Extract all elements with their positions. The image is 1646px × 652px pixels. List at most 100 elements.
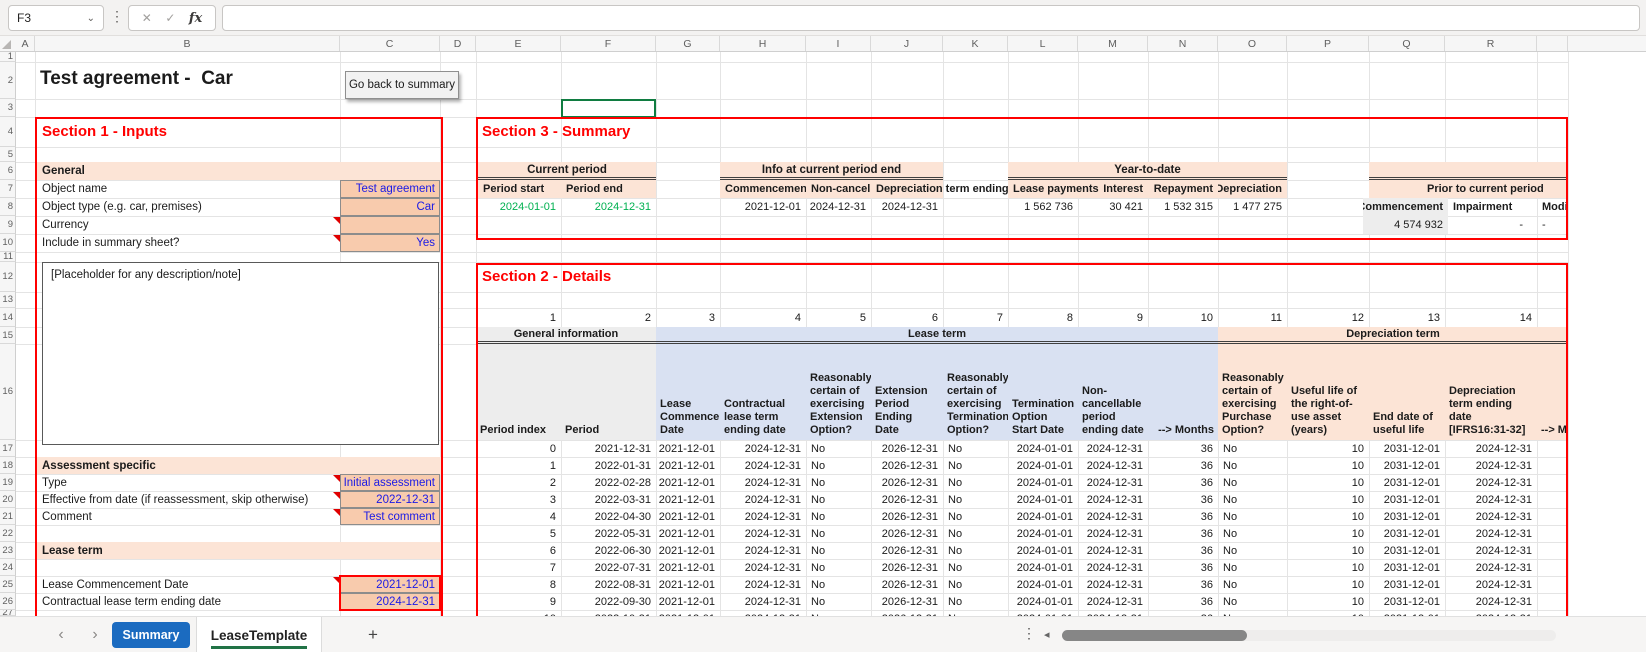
detail-cell[interactable]: 2024-12-31 (720, 559, 806, 576)
detail-column-header[interactable]: Reasonably certain of exercising Termina… (943, 344, 1008, 440)
detail-column-number[interactable]: 11 (1218, 308, 1287, 327)
field-input-cell[interactable]: Test agreement (340, 180, 440, 198)
detail-cell[interactable]: No (1218, 542, 1287, 559)
description-note-box[interactable]: [Placeholder for any description/note] (42, 262, 439, 445)
detail-cell[interactable]: No (806, 559, 871, 576)
repayment-header[interactable]: Repayment (1148, 180, 1218, 198)
detail-column-header[interactable]: Contractual lease term ending date (720, 344, 806, 440)
field-input-cell[interactable]: Car (340, 198, 440, 216)
detail-column-number[interactable]: 10 (1148, 308, 1218, 327)
detail-column-header[interactable]: Lease Commencement Date (656, 344, 720, 440)
detail-cell[interactable]: 5 (476, 525, 561, 542)
detail-cell[interactable]: 2021-12-01 (656, 491, 720, 508)
detail-cell[interactable]: 2024-01-01 (1008, 491, 1078, 508)
detail-cell[interactable]: No (806, 440, 871, 457)
row-header-14[interactable]: 14 (0, 308, 16, 327)
column-header-M[interactable]: M (1078, 36, 1148, 51)
detail-cell[interactable]: 2024-12-31 (1078, 593, 1148, 610)
detail-cell[interactable]: 2031-12-01 (1369, 474, 1445, 491)
detail-cell[interactable]: 0 (476, 440, 561, 457)
detail-cell[interactable]: 2024-01-01 (1008, 576, 1078, 593)
detail-cell[interactable]: 10 (1287, 457, 1369, 474)
detail-cell[interactable]: 2031-12-01 (1369, 491, 1445, 508)
row-header-6[interactable]: 6 (0, 162, 16, 180)
impairment-header[interactable]: Impairment (1448, 198, 1537, 216)
detail-cell[interactable]: No (943, 457, 1008, 474)
detail-cell[interactable]: No (1218, 491, 1287, 508)
row-header-25[interactable]: 25 (0, 576, 16, 593)
detail-cell[interactable]: 2024-12-31 (1445, 593, 1537, 610)
detail-cell[interactable]: 2024-12-31 (720, 508, 806, 525)
column-header-Q[interactable]: Q (1369, 36, 1445, 51)
detail-cell[interactable]: 2022-09-30 (561, 593, 656, 610)
column-header-R[interactable]: R (1445, 36, 1537, 51)
detail-cell[interactable]: No (943, 440, 1008, 457)
detail-cell[interactable]: 2024-12-31 (1078, 559, 1148, 576)
row-header-18[interactable]: 18 (0, 457, 16, 474)
detail-cell[interactable]: 10 (1287, 559, 1369, 576)
column-header-P[interactable]: P (1287, 36, 1369, 51)
row-header-8[interactable]: 8 (0, 198, 16, 216)
select-all-corner-icon[interactable] (2, 40, 11, 49)
row-header-1[interactable]: 1 (0, 52, 16, 62)
current-period-group-header[interactable]: Current period (478, 162, 656, 180)
detail-cell[interactable]: No (943, 576, 1008, 593)
detail-cell[interactable]: 36 (1148, 525, 1218, 542)
detail-cell[interactable]: 2022-08-31 (561, 576, 656, 593)
detail-cell[interactable]: 2021-12-01 (656, 457, 720, 474)
row-header-7[interactable]: 7 (0, 180, 16, 198)
detail-cell[interactable]: No (943, 525, 1008, 542)
detail-cell[interactable]: No (1218, 576, 1287, 593)
row-header-19[interactable]: 19 (0, 474, 16, 491)
detail-column-number[interactable]: 13 (1369, 308, 1445, 327)
row-header-23[interactable]: 23 (0, 542, 16, 559)
row-header-10[interactable]: 10 (0, 234, 16, 252)
row-header-13[interactable]: 13 (0, 292, 16, 308)
detail-cell[interactable]: 2021-12-01 (656, 525, 720, 542)
detail-column-header[interactable]: Period (561, 344, 656, 440)
detail-cell[interactable]: 2021-12-01 (656, 559, 720, 576)
detail-cell[interactable]: 2024-01-01 (1008, 542, 1078, 559)
column-header-N[interactable]: N (1148, 36, 1218, 51)
detail-column-header[interactable]: End date of useful life (1369, 344, 1445, 440)
detail-cell[interactable]: 2022-05-31 (561, 525, 656, 542)
detail-cell[interactable]: No (943, 508, 1008, 525)
commencement-date-header[interactable]: Commencement Date (720, 180, 806, 198)
detail-cell[interactable]: 2024-12-31 (720, 474, 806, 491)
field-input-cell[interactable]: Test comment (340, 508, 440, 525)
detail-cell[interactable]: No (806, 542, 871, 559)
row-header-24[interactable]: 24 (0, 559, 16, 576)
detail-cell[interactable]: 7 (476, 559, 561, 576)
column-header-D[interactable]: D (440, 36, 476, 51)
section1-group-header[interactable]: Lease term (37, 542, 441, 559)
detail-column-number[interactable]: 7 (943, 308, 1008, 327)
detail-cell[interactable]: No (1218, 508, 1287, 525)
tabbar-more-icon[interactable]: ⋮ (1022, 625, 1036, 642)
detail-cell[interactable]: 2021-12-01 (656, 440, 720, 457)
prior-commencement-value[interactable]: 4 574 932 (1363, 216, 1448, 234)
depreciation-value[interactable]: 1 477 275 (1218, 198, 1287, 216)
detail-cell[interactable]: 10 (1287, 474, 1369, 491)
detail-column-header[interactable]: Non-cancellable period ending date (1078, 344, 1148, 440)
row-header-26[interactable]: 26 (0, 593, 16, 610)
detail-cell[interactable]: No (806, 474, 871, 491)
detail-cell[interactable]: 10 (1287, 593, 1369, 610)
detail-cell[interactable]: 10 (1287, 525, 1369, 542)
modification-header[interactable]: Modification (1537, 198, 1566, 216)
go-back-to-summary-button[interactable]: Go back to summary (345, 71, 459, 99)
non-cancellable-value[interactable]: 2024-12-31 (806, 198, 871, 216)
row-header-17[interactable]: 17 (0, 440, 16, 457)
detail-cell[interactable]: 2021-12-01 (656, 593, 720, 610)
field-input-cell[interactable]: Initial assessment (340, 474, 440, 491)
sheet-nav-next-icon[interactable]: › (82, 622, 108, 648)
column-header-H[interactable]: H (720, 36, 806, 51)
detail-column-number[interactable]: 1 (476, 308, 561, 327)
field-label[interactable]: Currency (37, 216, 340, 234)
detail-cell[interactable]: 2022-07-31 (561, 559, 656, 576)
field-input-cell[interactable]: 2024-12-31 (340, 593, 440, 610)
field-label[interactable]: Comment (37, 508, 340, 525)
commencement-date-value[interactable]: 2021-12-01 (720, 198, 806, 216)
detail-cell[interactable]: No (943, 593, 1008, 610)
detail-cell[interactable]: 2024-12-31 (1445, 576, 1537, 593)
tab-leasetemplate[interactable]: LeaseTemplate (196, 617, 322, 652)
